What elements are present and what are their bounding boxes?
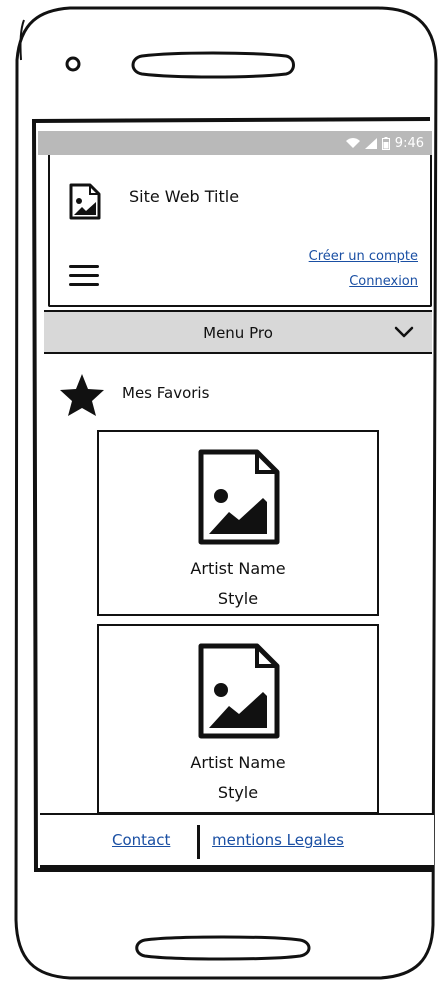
- favorites-heading: Mes Favoris: [122, 384, 210, 402]
- star-icon: [60, 374, 104, 416]
- battery-icon: [381, 136, 390, 150]
- menu-pro-dropdown[interactable]: Menu Pro: [44, 310, 432, 354]
- site-footer: Contact mentions Legales: [40, 813, 434, 868]
- image-icon: [69, 183, 101, 220]
- image-icon: [198, 449, 280, 545]
- status-bar: 9:46: [38, 131, 432, 155]
- wifi-icon: [345, 137, 360, 148]
- image-icon: [198, 643, 280, 739]
- artist-name: Artist Name: [190, 753, 286, 772]
- site-title: Site Web Title: [129, 187, 240, 206]
- artist-card[interactable]: Artist Name Style: [97, 430, 379, 616]
- menu-pro-label: Menu Pro: [203, 324, 273, 342]
- hamburger-menu-icon[interactable]: [69, 263, 99, 289]
- status-time: 9:46: [394, 135, 424, 151]
- login-link[interactable]: Connexion: [349, 274, 418, 289]
- chevron-down-icon: [394, 326, 414, 338]
- artist-style: Style: [217, 783, 259, 802]
- contact-link[interactable]: Contact: [112, 831, 170, 849]
- legal-notice-link[interactable]: mentions Legales: [212, 831, 344, 849]
- footer-divider: [197, 825, 200, 859]
- artist-style: Style: [217, 589, 259, 608]
- signal-icon: [364, 137, 377, 149]
- create-account-link[interactable]: Créer un compte: [309, 249, 418, 264]
- artist-name: Artist Name: [190, 559, 286, 578]
- artist-card[interactable]: Artist Name Style: [97, 624, 379, 814]
